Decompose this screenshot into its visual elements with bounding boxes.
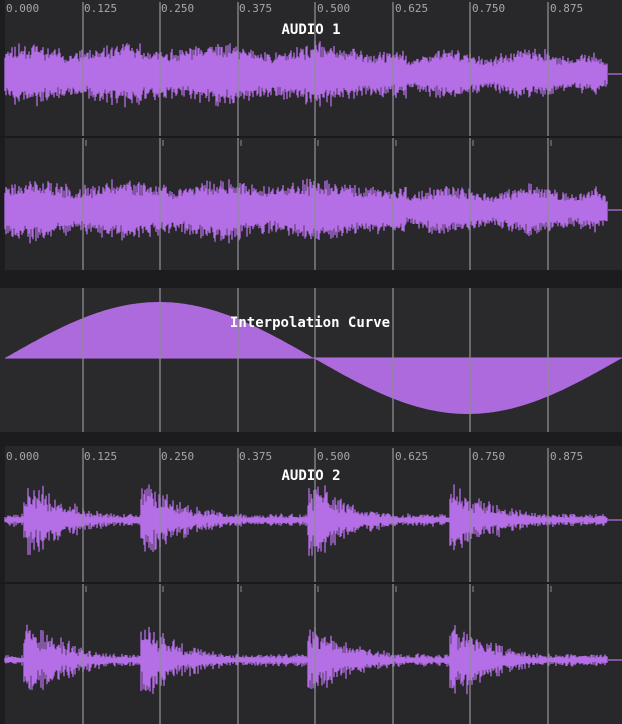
interpolation-curve-panel[interactable]: Interpolation Curve	[0, 288, 622, 432]
audio1-channel1-waveform[interactable]	[0, 0, 622, 136]
audio1-channel1-track[interactable]: 0.000 0.125 0.250 0.375 0.500 0.625 0.75…	[0, 0, 622, 136]
waveform-trace	[4, 40, 622, 108]
ruler-label: 0.250	[161, 2, 195, 15]
ruler-label: 0.875	[550, 2, 584, 15]
waveform-trace	[4, 484, 622, 556]
interpolation-curve-title: Interpolation Curve	[229, 315, 391, 331]
ruler-label: 0.750	[472, 450, 506, 463]
ruler-label: 0.500	[317, 450, 351, 463]
ruler-label: 0.000	[6, 450, 40, 463]
ruler-label: 0.625	[395, 2, 429, 15]
audio1-channel2-track[interactable]	[0, 138, 622, 270]
audio2-title: AUDIO 2	[281, 468, 341, 484]
ruler-label: 0.625	[395, 450, 429, 463]
ruler-label: 0.125	[84, 450, 118, 463]
ruler-label: 0.750	[472, 2, 506, 15]
audio2-channel2-track[interactable]	[0, 584, 622, 724]
audio2-channel2-waveform[interactable]	[0, 584, 622, 724]
ruler-label: 0.375	[239, 450, 273, 463]
audio2-channel1-waveform[interactable]	[0, 446, 622, 582]
section-divider	[0, 270, 622, 288]
audio2-channel1-track[interactable]: 0.000 0.125 0.250 0.375 0.500 0.625 0.75…	[0, 446, 622, 582]
ruler-label: 0.875	[550, 450, 584, 463]
audio1-channel2-waveform[interactable]	[0, 138, 622, 270]
section-divider	[0, 432, 622, 446]
ruler-label: 0.250	[161, 450, 195, 463]
waveform-trace	[4, 624, 622, 695]
waveform-trace	[4, 178, 622, 244]
ruler-label: 0.000	[6, 2, 40, 15]
audio1-title: AUDIO 1	[281, 22, 341, 38]
ruler-label: 0.375	[239, 2, 273, 15]
waveform-editor: 0.000 0.125 0.250 0.375 0.500 0.625 0.75…	[0, 0, 622, 724]
ruler-label: 0.125	[84, 2, 118, 15]
ruler-label: 0.500	[317, 2, 351, 15]
interpolation-curve-plot[interactable]	[0, 288, 622, 432]
